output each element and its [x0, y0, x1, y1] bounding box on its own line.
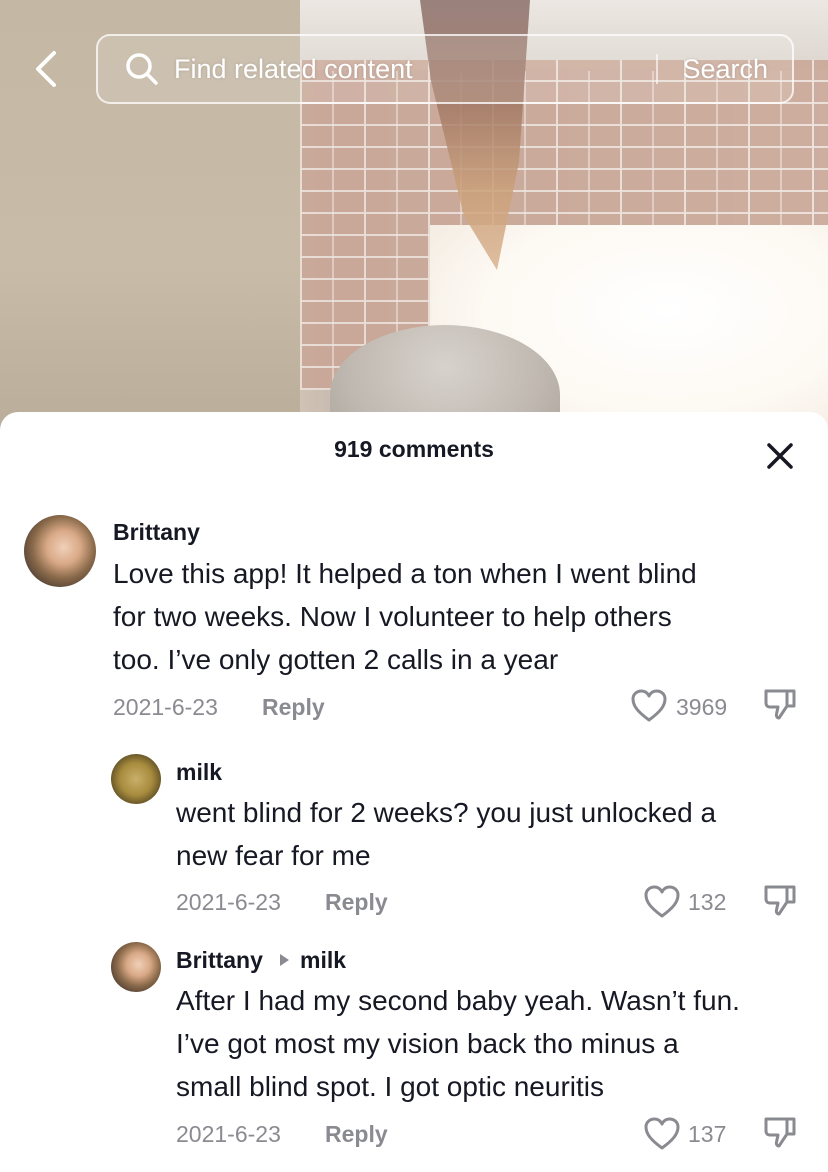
comment-username[interactable]: milk [176, 759, 222, 786]
triangle-right-icon [280, 954, 289, 966]
reply-button[interactable]: Reply [262, 694, 325, 721]
like-count: 137 [688, 1121, 727, 1147]
avatar[interactable] [111, 942, 161, 992]
thumbs-down-icon[interactable] [762, 686, 798, 722]
comment-username[interactable]: Brittany [176, 947, 263, 974]
comment-date: 2021-6-23 [176, 889, 281, 915]
comment-line: After I had my second baby yeah. Wasn’t … [176, 985, 740, 1016]
avatar[interactable] [24, 515, 96, 587]
comment-line: new fear for me [176, 840, 371, 871]
comment-line: went blind for 2 weeks? you just unlocke… [176, 797, 717, 828]
comment-line: small blind spot. I got optic neuritis [176, 1071, 604, 1102]
back-button[interactable] [24, 46, 68, 92]
search-button[interactable]: Search [682, 54, 768, 85]
heart-icon[interactable] [630, 688, 668, 724]
search-bar[interactable]: Find related content Search [96, 34, 794, 104]
chevron-left-icon [36, 51, 56, 87]
comment-text: After I had my second baby yeah. Wasn’t … [176, 979, 816, 1108]
comment-text: Love this app! It helped a ton when I we… [113, 552, 803, 681]
comment-date: 2021-6-23 [176, 1121, 281, 1147]
reply-to-username[interactable]: milk [300, 947, 346, 974]
heart-icon[interactable] [643, 884, 681, 920]
comment-date: 2021-6-23 [113, 694, 218, 720]
close-icon[interactable] [760, 436, 800, 476]
search-input[interactable]: Find related content [174, 54, 656, 85]
comment-text: went blind for 2 weeks? you just unlocke… [176, 791, 806, 877]
thumbs-down-icon[interactable] [762, 882, 798, 918]
reply-button[interactable]: Reply [325, 889, 388, 916]
comment-line: too. I’ve only gotten 2 calls in a year [113, 644, 559, 675]
comment-line: for two weeks. Now I volunteer to help o… [113, 601, 672, 632]
thumbs-down-icon[interactable] [762, 1114, 798, 1150]
search-divider [656, 54, 659, 84]
heart-icon[interactable] [643, 1116, 681, 1152]
comment-line: I’ve got most my vision back tho minus a [176, 1028, 679, 1059]
search-icon [126, 53, 158, 85]
reply-button[interactable]: Reply [325, 1121, 388, 1148]
like-count: 132 [688, 889, 727, 915]
like-count: 3969 [676, 694, 728, 720]
avatar[interactable] [111, 754, 161, 804]
comment-username[interactable]: Brittany [113, 519, 200, 546]
comment-line: Love this app! It helped a ton when I we… [113, 558, 697, 589]
comments-count-title: 919 comments [334, 436, 494, 462]
